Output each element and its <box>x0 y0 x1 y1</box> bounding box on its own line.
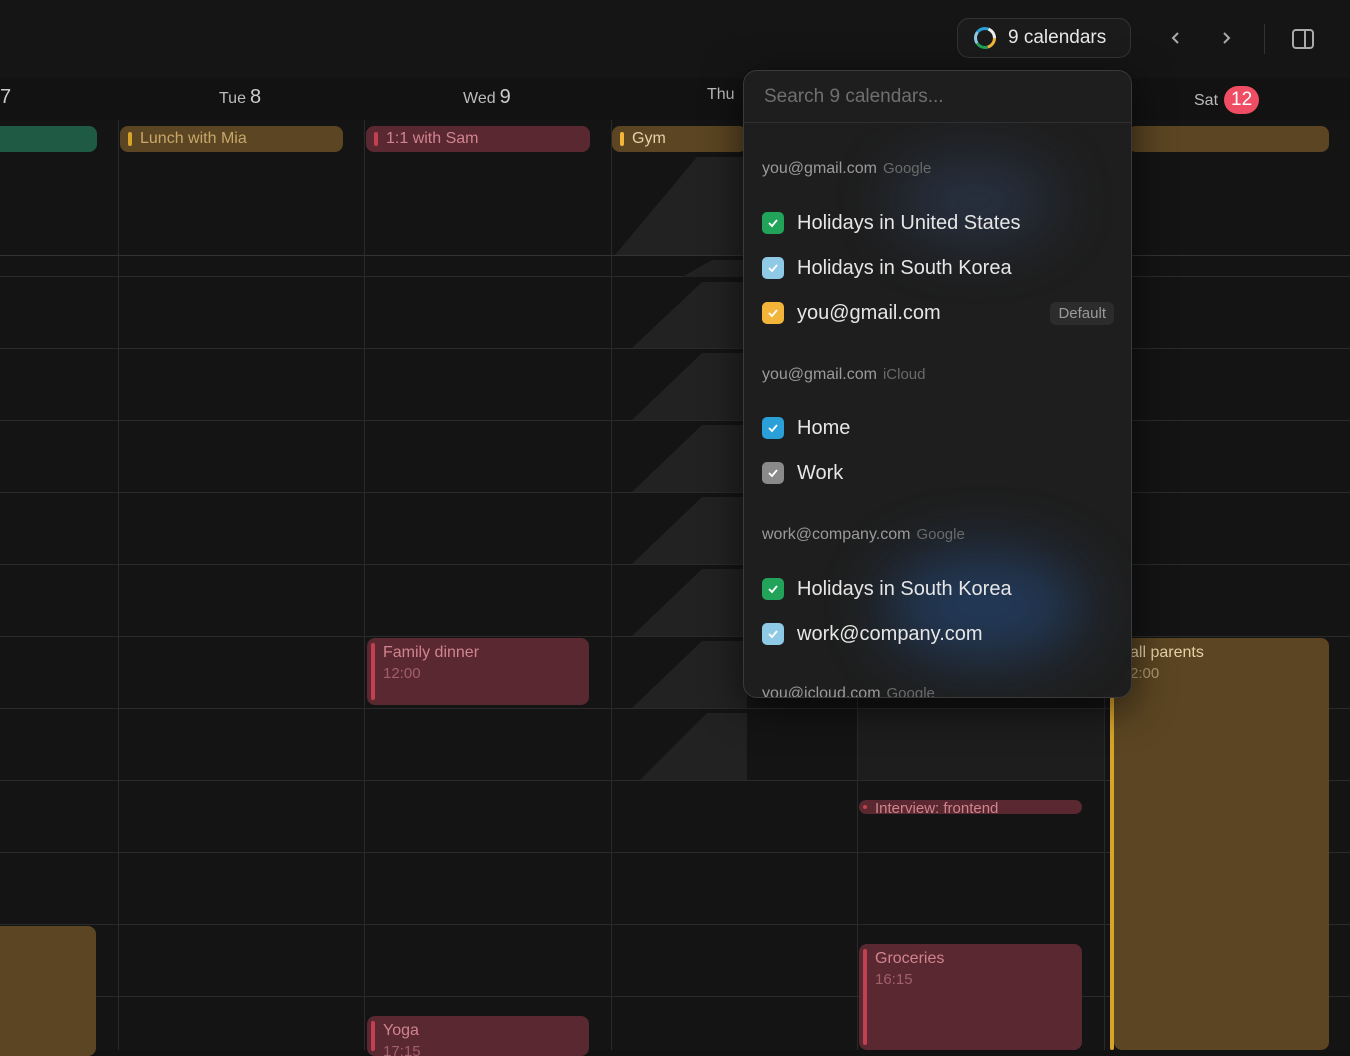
sidebar-toggle-icon[interactable] <box>1290 26 1316 52</box>
calendar-item-work-kr-holidays[interactable]: Holidays in South Korea <box>762 572 1114 606</box>
checkbox-checked-icon[interactable] <box>762 623 784 645</box>
all-day-event-gym[interactable]: Gym <box>612 126 747 152</box>
event-color-bar <box>620 132 624 146</box>
today-badge: 12 <box>1224 86 1260 114</box>
calendars-popover: you@gmail.com Google Holidays in United S… <box>743 70 1132 698</box>
event-title: Interview: frontend <box>875 800 999 814</box>
event-title: Family dinner <box>383 644 480 661</box>
day-header-thu[interactable]: Thu <box>707 86 735 104</box>
day-name: Wed <box>463 90 496 107</box>
account-provider: Google <box>916 526 965 543</box>
checkbox-checked-icon[interactable] <box>762 212 784 234</box>
default-badge: Default <box>1050 301 1114 325</box>
calendars-button-label: 9 calendars <box>1008 27 1107 48</box>
day-name: Thu <box>707 86 735 103</box>
calendar-label: Holidays in South Korea <box>797 577 1012 600</box>
calendar-label: Holidays in United States <box>797 211 1021 234</box>
day-header-sat[interactable]: Sat 12 <box>1194 86 1260 114</box>
all-day-event-lunch[interactable]: Lunch with Mia <box>120 126 343 152</box>
calendar-item-us-holidays[interactable]: Holidays in United States <box>762 206 1114 240</box>
account-email: you@icloud.com <box>762 685 881 698</box>
calendar-item-work[interactable]: Work <box>762 456 1114 490</box>
day-number: 9 <box>499 86 511 108</box>
all-day-event[interactable] <box>0 126 97 152</box>
day-header-wed[interactable]: Wed 9 <box>463 86 511 109</box>
prev-week-button[interactable] <box>1162 24 1190 52</box>
checkbox-checked-icon[interactable] <box>762 462 784 484</box>
next-week-button[interactable] <box>1212 24 1240 52</box>
calendar-item-you-gmail[interactable]: you@gmail.com Default <box>762 296 1114 330</box>
account-header: you@icloud.com Google <box>762 685 935 698</box>
account-provider: Google <box>882 160 932 177</box>
top-bar <box>0 0 1350 78</box>
current-time-line <box>1110 690 1114 1050</box>
event-interview[interactable]: Interview: frontend <box>859 800 1082 814</box>
calendar-label: Holidays in South Korea <box>797 256 1012 279</box>
calendar-label: Home <box>797 416 851 439</box>
day-column-divider <box>118 120 119 1050</box>
checkbox-checked-icon[interactable] <box>762 257 784 279</box>
past-time-shading <box>615 157 747 780</box>
day-name: Sat <box>1194 92 1219 109</box>
account-header: work@company.com Google <box>762 526 965 544</box>
all-day-event[interactable] <box>1128 126 1329 152</box>
calendar-label: you@gmail.com <box>797 301 941 324</box>
event-color-bar <box>128 132 132 146</box>
day-number: 7 <box>0 86 12 108</box>
day-name: Tue <box>219 90 246 107</box>
calendars-button[interactable]: 9 calendars <box>957 18 1131 58</box>
event-color-bar <box>374 132 378 146</box>
day-column-divider <box>364 120 365 1050</box>
chevron-right-icon <box>1223 32 1231 44</box>
event-block[interactable] <box>0 926 96 1056</box>
account-email: you@gmail.com <box>762 160 877 177</box>
checkbox-checked-icon[interactable] <box>762 417 784 439</box>
event-time: 12:00 <box>383 665 421 682</box>
event-time: 16:15 <box>875 971 913 988</box>
event-time: 2:00 <box>1130 665 1160 682</box>
account-header: you@gmail.com Google <box>762 160 931 178</box>
event-groceries[interactable]: Groceries 16:15 <box>859 944 1082 1050</box>
event-yoga[interactable]: Yoga 17:15 <box>367 1016 589 1056</box>
account-provider: iCloud <box>882 366 926 383</box>
day-number: 8 <box>249 86 262 108</box>
checkbox-checked-icon[interactable] <box>762 302 784 324</box>
event-title: all parents <box>1130 644 1204 661</box>
past-time-shading <box>858 709 1104 780</box>
calendar-item-work-company[interactable]: work@company.com <box>762 617 1114 651</box>
all-day-event-1on1[interactable]: 1:1 with Sam <box>366 126 590 152</box>
checkbox-checked-icon[interactable] <box>762 578 784 600</box>
calendar-search-input[interactable] <box>762 85 1117 109</box>
calendars-ring-icon <box>974 27 996 49</box>
event-title: Yoga <box>383 1022 419 1039</box>
calendar-label: Work <box>797 461 844 484</box>
event-title: Lunch with Mia <box>140 130 247 147</box>
event-title: 1:1 with Sam <box>386 130 479 147</box>
calendar-item-home[interactable]: Home <box>762 411 1114 445</box>
chevron-left-icon <box>1171 32 1179 44</box>
event-title: Groceries <box>875 950 945 967</box>
calendar-search <box>744 71 1131 123</box>
day-header-7[interactable]: 7 <box>0 86 11 109</box>
calendar-item-kr-holidays[interactable]: Holidays in South Korea <box>762 251 1114 285</box>
event-title: Gym <box>632 130 666 147</box>
event-family-dinner[interactable]: Family dinner 12:00 <box>367 638 589 705</box>
event-call-parents[interactable]: all parents 2:00 <box>1114 638 1329 1050</box>
account-email: work@company.com <box>762 526 911 543</box>
account-email: you@gmail.com <box>762 366 877 383</box>
toolbar-divider <box>1264 24 1265 54</box>
calendar-label: work@company.com <box>797 622 983 645</box>
day-header-tue[interactable]: Tue 8 <box>219 86 261 109</box>
account-provider: Google <box>886 685 935 698</box>
account-header: you@gmail.com iCloud <box>762 366 925 384</box>
